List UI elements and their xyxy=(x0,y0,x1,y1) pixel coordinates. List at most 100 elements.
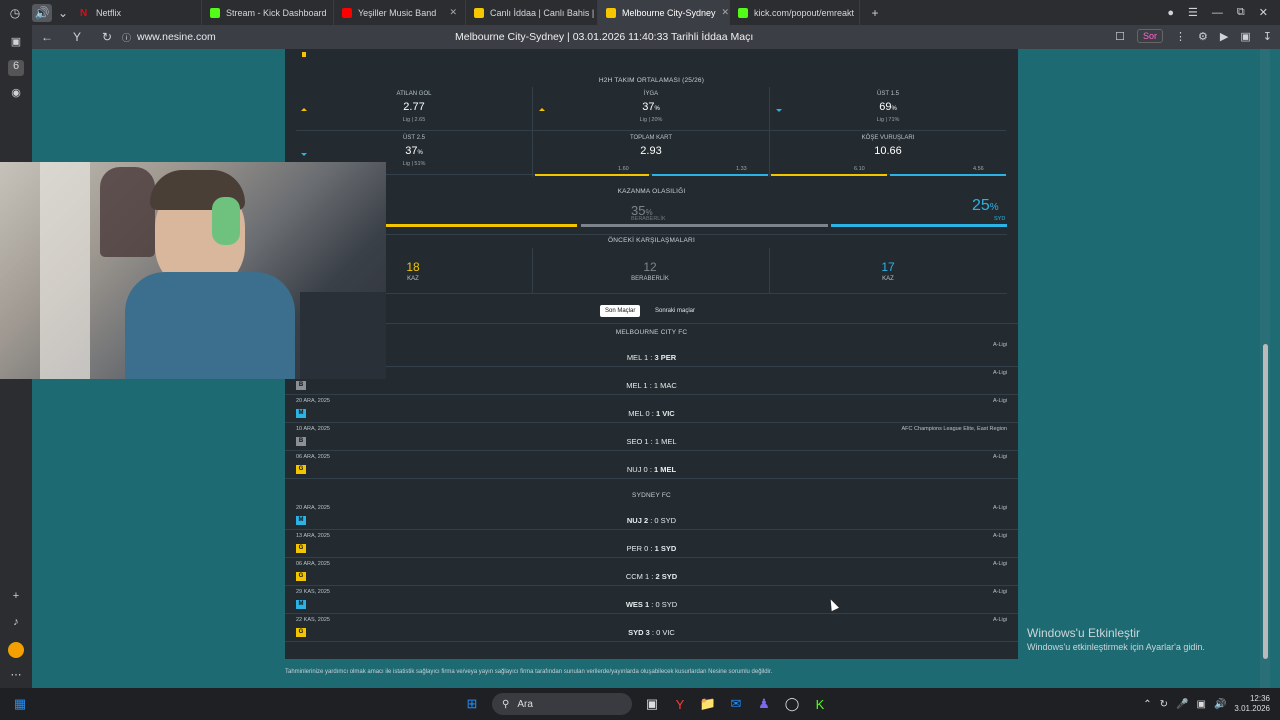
top-bar-marker xyxy=(302,52,306,57)
match-date: 13 ARA, 2025 xyxy=(296,533,330,539)
table-row[interactable]: 06 ARA, 2025 G NUJ 0 : 1 MEL A-Ligi xyxy=(285,451,1018,479)
start-icon[interactable]: ⊞ xyxy=(460,692,484,716)
add-panel-icon[interactable]: + xyxy=(8,590,24,606)
match-score: NUJ 2 : 0 SYD xyxy=(626,516,677,525)
stat-value: 37% xyxy=(405,145,423,157)
table-row[interactable]: 20 ARA, 2025 M NUJ 2 : 0 SYD A-Ligi xyxy=(285,502,1018,530)
away-probability: 25% xyxy=(972,197,999,214)
team1-name: MELBOURNE CITY FC xyxy=(615,329,688,336)
stat-label: ATILAN GOL xyxy=(396,91,432,97)
windows-activation-watermark: Windows'u Etkinleştir Windows'u etkinleş… xyxy=(1027,626,1205,652)
minimize-icon[interactable]: — xyxy=(1212,7,1223,19)
divider xyxy=(296,293,1007,294)
microphone-icon[interactable]: 🎤 xyxy=(1176,699,1188,710)
tab-label: Melbourne City-Sydney xyxy=(622,7,716,18)
tab-netflix[interactable]: N Netflix xyxy=(72,0,202,25)
close-icon[interactable]: ✕ xyxy=(716,7,729,18)
chevron-up-icon[interactable]: ⌃ xyxy=(1143,699,1151,710)
stat-label: TOPLAM KART xyxy=(629,135,673,141)
tab-recent-matches[interactable]: Son Maçlar xyxy=(600,305,641,317)
sync-icon[interactable]: ↻ xyxy=(1160,699,1168,710)
kick-app-icon[interactable]: K xyxy=(808,692,832,716)
history-icon[interactable]: ◷ xyxy=(0,0,30,25)
tab-melbourne-sydney[interactable]: Melbourne City-Sydney ✕ xyxy=(598,0,730,25)
extensions-icon[interactable]: ⚙ xyxy=(1198,30,1208,43)
kose-away-value: 4.56 xyxy=(973,166,984,172)
table-row[interactable]: MEL 1 : 3 PER A-Ligi xyxy=(285,339,1018,367)
taskbar-clock[interactable]: 12:36 3.01.2026 xyxy=(1234,694,1270,714)
close-icon[interactable]: ✕ xyxy=(443,7,457,18)
page-scrollbar[interactable] xyxy=(1260,49,1270,688)
tab-label: Canlı İddaa | Canlı Bahis | xyxy=(490,7,595,18)
speaker-icon[interactable]: 🔊 xyxy=(32,3,52,22)
table-row[interactable]: 20 ARA, 2025 M MEL 0 : 1 VIC A-Ligi xyxy=(285,395,1018,423)
match-league: A-Ligi xyxy=(992,533,1007,539)
panels-icon[interactable]: ▣ xyxy=(8,35,24,51)
bookmark-icon[interactable]: ☐ xyxy=(1115,30,1125,43)
yandex-icon[interactable]: Y xyxy=(62,30,92,44)
away-wins: 17 KAZ xyxy=(881,260,895,282)
tab-canli-iddaa[interactable]: Canlı İddaa | Canlı Bahis | xyxy=(466,0,598,25)
tab-kick-dashboard[interactable]: Stream - Kick Dashboard xyxy=(202,0,334,25)
kose-away-bar xyxy=(890,174,1006,176)
tab-youtube-music[interactable]: Yeşiller Music Band ✕ xyxy=(334,0,466,25)
divider xyxy=(296,234,1007,235)
download-icon[interactable]: ↧ xyxy=(1263,30,1272,43)
table-row[interactable]: 22 KAS, 2025 G SYD 3 : 0 VIC A-Ligi xyxy=(285,614,1018,642)
media-icon[interactable]: ▶ xyxy=(1220,30,1228,43)
mail-icon[interactable]: ✉ xyxy=(724,692,748,716)
nesine-icon xyxy=(474,7,484,18)
match-league: A-Ligi xyxy=(992,561,1007,567)
scrollbar-thumb[interactable] xyxy=(1263,344,1268,659)
away-probability-label: SYD xyxy=(994,216,1006,222)
kose-home-value: 6.10 xyxy=(854,166,865,172)
divider xyxy=(769,248,770,293)
match-date: 06 ARA, 2025 xyxy=(296,561,330,567)
window-close-icon[interactable]: ✕ xyxy=(1259,6,1268,19)
table-row[interactable]: 10 ARA, 2025 B SEO 1 : 1 MEL AFC Champions … xyxy=(285,423,1018,451)
tab-label: Netflix xyxy=(96,7,122,18)
app-icon[interactable] xyxy=(8,642,24,658)
table-row[interactable]: 06 ARA, 2025 G CCM 1 : 2 SYD A-Ligi xyxy=(285,558,1018,586)
stat-label: KÖŞE VURUŞLARI xyxy=(861,135,915,141)
file-explorer-icon[interactable]: 📁 xyxy=(696,692,720,716)
url-field[interactable]: www.nesine.com xyxy=(137,31,216,43)
tab-upcoming-matches[interactable]: Sonraki maçlar xyxy=(650,305,700,317)
more-horizontal-icon[interactable]: ⋯ xyxy=(8,668,24,684)
taskbar-search[interactable]: ⚲ Ara xyxy=(492,693,632,715)
profile-icon[interactable]: ● xyxy=(1167,7,1174,19)
match-league: A-Ligi xyxy=(992,454,1007,460)
volume-icon[interactable]: 🔊 xyxy=(1214,699,1226,710)
collections-icon[interactable]: ▣ xyxy=(1240,30,1250,43)
more-icon[interactable]: ⋮ xyxy=(1175,30,1186,43)
task-view-icon[interactable]: ▣ xyxy=(640,692,664,716)
back-icon[interactable]: ← xyxy=(32,30,62,44)
menu-icon[interactable]: ☰ xyxy=(1188,6,1198,19)
six-icon[interactable]: 6 xyxy=(8,60,24,76)
restore-icon[interactable]: ⧉ xyxy=(1237,6,1245,19)
reload-icon[interactable]: ↻ xyxy=(92,30,122,44)
headset-icon xyxy=(212,197,240,245)
tab-kick-popout[interactable]: kick.com/popout/emreakt xyxy=(730,0,860,25)
teams-icon[interactable]: ♟ xyxy=(752,692,776,716)
display-icon[interactable]: ▣ xyxy=(1197,699,1206,710)
match-date: 06 ARA, 2025 xyxy=(296,454,330,460)
chevron-down-icon[interactable]: ⌄ xyxy=(54,0,72,25)
match-date: 20 ARA, 2025 xyxy=(296,398,330,404)
obs-icon[interactable]: ◯ xyxy=(780,692,804,716)
table-row[interactable]: 29 KAS, 2025 M WES 1 : 0 SYD A-Ligi xyxy=(285,586,1018,614)
stat-sub: Lig | 20% xyxy=(639,117,663,123)
new-tab-icon[interactable]: + xyxy=(860,0,890,25)
match-score: MEL 0 : 1 VIC xyxy=(628,409,675,418)
match-date: 20 ARA, 2025 xyxy=(296,505,330,511)
sor-button[interactable]: Sor xyxy=(1137,29,1164,43)
match-score: SYD 3 : 0 VIC xyxy=(628,628,675,637)
screenshot-icon[interactable]: ◉ xyxy=(8,86,24,102)
widgets-icon[interactable]: ▦ xyxy=(8,692,32,716)
yandex-browser-icon[interactable]: Y xyxy=(668,692,692,716)
tiktok-icon[interactable]: ♪ xyxy=(8,616,24,632)
match-date: 10 ARA, 2025 xyxy=(296,426,330,432)
stat-toplam-kart: TOPLAM KART 2.93 xyxy=(533,131,769,175)
table-row[interactable]: 13 ARA, 2025 G PER 0 : 1 SYD A-Ligi xyxy=(285,530,1018,558)
table-row[interactable]: B MEL 1 : 1 MAC A-Ligi xyxy=(285,367,1018,395)
